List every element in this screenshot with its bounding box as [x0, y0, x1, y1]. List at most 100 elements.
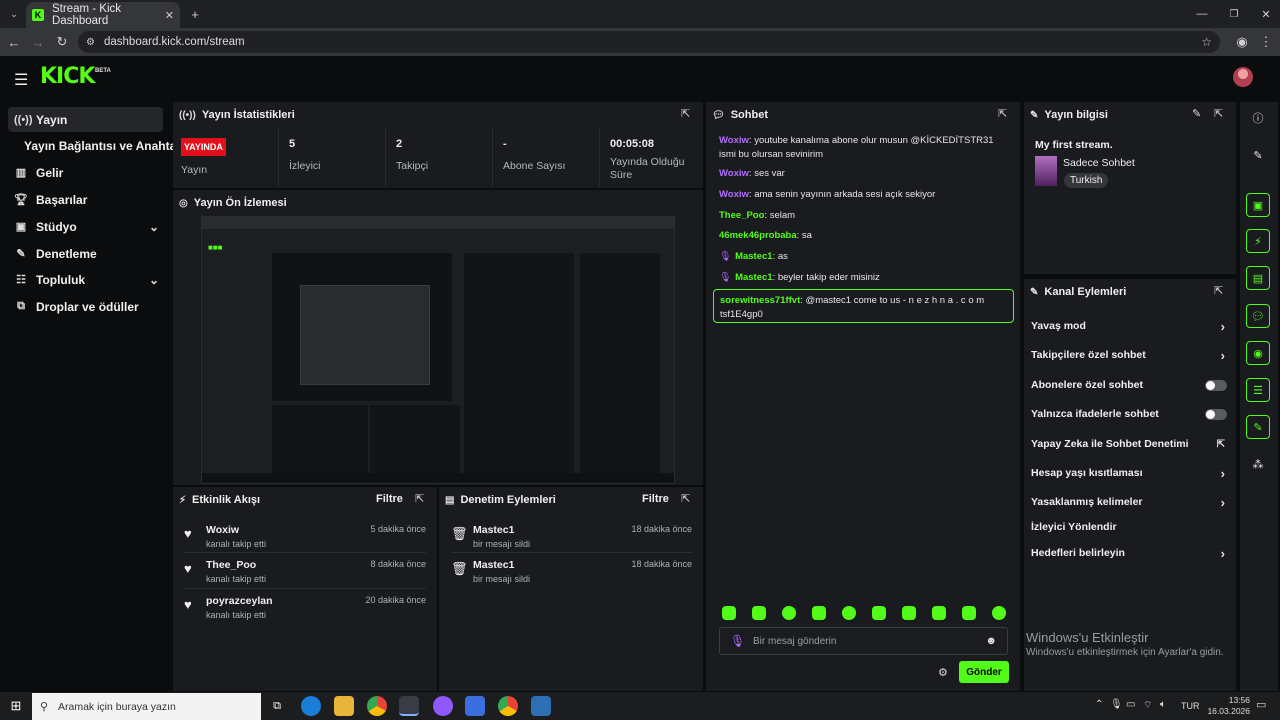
app-icon[interactable] — [531, 696, 551, 716]
obs-icon[interactable] — [399, 696, 419, 716]
edit-icon[interactable]: ✎ — [1192, 108, 1204, 120]
stream-preview-video[interactable]: ■■■ — [201, 216, 675, 484]
hamburger-menu-icon[interactable]: ☰ — [14, 70, 28, 90]
send-button[interactable]: Gönder — [959, 661, 1009, 683]
moderation-user[interactable]: Mastec1 — [473, 524, 514, 536]
sidebar-item-stream-key[interactable]: Yayın Bağlantısı ve Anahtarı — [18, 133, 184, 158]
mic-icon[interactable]: 🎙︎ — [730, 634, 745, 648]
chat-username[interactable]: Woxiw — [719, 189, 749, 200]
emote-icon[interactable] — [722, 606, 736, 620]
chat-username[interactable]: Thee_Poo — [719, 210, 764, 221]
chat-bubble-icon[interactable]: 💬︎ — [1246, 304, 1270, 328]
sidebar-item-gelir[interactable]: ▥ Gelir — [8, 160, 163, 185]
raid-item[interactable]: İzleyici Yönlendir — [1031, 518, 1227, 536]
activity-user[interactable]: Woxiw — [206, 524, 239, 536]
file-explorer-icon[interactable] — [334, 696, 354, 716]
sidebar-item-studyo[interactable]: ▣ Stüdyo ⌄ — [8, 214, 163, 239]
notifications-icon[interactable]: ▭ — [1256, 698, 1266, 711]
edit-icon[interactable]: ✎ — [1246, 143, 1270, 167]
popout-icon[interactable]: ⇱ — [681, 108, 693, 120]
sidebar-item-denetleme[interactable]: ✎ Denetleme — [8, 241, 163, 266]
emote-icon[interactable] — [752, 606, 766, 620]
sidebar-item-droplar[interactable]: ⧉ Droplar ve ödüller — [8, 294, 163, 319]
forward-icon[interactable]: → — [28, 28, 48, 56]
minimize-icon[interactable]: — — [1192, 0, 1212, 28]
new-tab-icon[interactable]: + — [185, 0, 205, 28]
wifi-icon[interactable]: ⌔ — [1143, 699, 1152, 712]
activity-user[interactable]: poyrazceylan — [206, 595, 273, 607]
chat-username[interactable]: 46mek46probaba — [719, 230, 797, 241]
app-icon[interactable] — [465, 696, 485, 716]
chat-username[interactable]: Mastec1 — [735, 251, 773, 262]
emote-icon[interactable] — [812, 606, 826, 620]
emote-icon[interactable] — [902, 606, 916, 620]
sidebar-item-yayin[interactable]: ((•)) Yayın — [8, 107, 163, 132]
sidebar-item-topluluk[interactable]: ☷ Topluluk ⌄ — [8, 267, 163, 292]
category-name[interactable]: Sadece Sohbet — [1063, 157, 1135, 169]
network-icon[interactable]: ▭ — [1126, 699, 1135, 710]
info-icon[interactable]: ⓘ — [1246, 106, 1270, 130]
emote-icon[interactable] — [932, 606, 946, 620]
emote-icon[interactable] — [872, 606, 886, 620]
emote-icon[interactable] — [962, 606, 976, 620]
chat-input[interactable]: 🎙︎ Bir mesaj gönderin ☻ — [719, 627, 1008, 655]
profile-icon[interactable]: ◉ — [1232, 28, 1252, 56]
taskbar-search-input[interactable]: ⚲ Aramak için buraya yazın — [32, 693, 261, 720]
emoji-icon[interactable]: ☻ — [985, 635, 997, 647]
add-widget-icon[interactable]: ⁂ — [1246, 452, 1270, 476]
task-view-icon[interactable]: ⧉ — [267, 696, 287, 716]
moderation-filter-button[interactable]: Filtre — [642, 493, 669, 505]
account-age-item[interactable]: Hesap yaşı kısıtlaması › — [1031, 464, 1227, 482]
emote-icon[interactable] — [782, 606, 796, 620]
activity-filter-button[interactable]: Filtre — [376, 493, 403, 505]
popout-icon[interactable]: ⇱ — [415, 493, 427, 505]
browser-menu-icon[interactable]: ⋮ — [1256, 28, 1276, 56]
highlighted-chat-message[interactable]: sorewitness71ffvt: @mastec1 come to us -… — [713, 289, 1014, 323]
kick-logo[interactable]: KICK — [40, 64, 95, 89]
chat-username[interactable]: Mastec1 — [735, 272, 773, 283]
followers-only-item[interactable]: Takipçilere özel sohbet › — [1031, 346, 1227, 364]
tab-close-icon[interactable]: ✕ — [165, 9, 174, 22]
document-icon[interactable]: ▤ — [1246, 266, 1270, 290]
address-input[interactable]: ⚙ dashboard.kick.com/stream ☆ — [78, 31, 1220, 53]
site-info-icon[interactable]: ⚙ — [86, 37, 95, 48]
mic-icon[interactable]: 🎙︎ — [1110, 699, 1123, 710]
volume-icon[interactable]: 🔈︎ — [1160, 699, 1166, 710]
stream-info-icon[interactable]: ☰ — [1246, 378, 1270, 402]
chrome-icon[interactable] — [498, 696, 518, 716]
activity-user[interactable]: Thee_Poo — [206, 559, 256, 571]
popout-icon[interactable]: ⇱ — [1214, 285, 1226, 297]
bolt-icon[interactable]: ⚡︎ — [1246, 229, 1270, 253]
banned-words-item[interactable]: Yasaklanmış kelimeler › — [1031, 493, 1227, 511]
reload-icon[interactable]: ↻ — [52, 28, 72, 56]
bookmark-star-icon[interactable]: ☆ — [1201, 35, 1212, 49]
windows-start-icon[interactable]: ⊞ — [6, 696, 26, 716]
maximize-icon[interactable]: ❐ — [1224, 0, 1244, 28]
emotes-only-toggle[interactable] — [1205, 408, 1227, 420]
capture-icon[interactable]: ▣ — [1246, 193, 1270, 217]
chat-username[interactable]: sorewitness71ffvt — [720, 295, 800, 306]
broadcast-icon[interactable]: ◉ — [1246, 341, 1270, 365]
chrome-icon[interactable] — [367, 696, 387, 716]
edge-icon[interactable] — [301, 696, 321, 716]
avatar[interactable] — [1233, 67, 1253, 87]
back-icon[interactable]: ← — [4, 28, 24, 56]
wrench-icon[interactable]: ✎ — [1246, 415, 1270, 439]
chat-settings-icon[interactable]: ⚙ — [938, 666, 948, 679]
browser-tab[interactable]: K Stream - Kick Dashboard ✕ — [26, 2, 180, 28]
tab-search-icon[interactable]: ⌄ — [4, 0, 24, 28]
tray-chevron-icon[interactable]: ⌃ — [1095, 699, 1103, 710]
slow-mode-item[interactable]: Yavaş mod › — [1031, 317, 1227, 335]
emote-icon[interactable] — [842, 606, 856, 620]
window-close-icon[interactable]: ✕ — [1256, 0, 1276, 28]
subscribers-only-toggle[interactable] — [1205, 379, 1227, 391]
chat-username[interactable]: Woxiw — [719, 168, 749, 179]
emote-icon[interactable] — [992, 606, 1006, 620]
language-indicator[interactable]: TUR — [1181, 701, 1200, 711]
clock[interactable]: 13:56 16.03.2026 — [1202, 695, 1250, 717]
popout-icon[interactable]: ⇱ — [1214, 108, 1226, 120]
moderation-user[interactable]: Mastec1 — [473, 559, 514, 571]
popout-icon[interactable]: ⇱ — [998, 108, 1010, 120]
chat-username[interactable]: Woxiw — [719, 135, 749, 146]
ai-moderation-item[interactable]: Yapay Zeka ile Sohbet Denetimi ⇱ — [1031, 435, 1227, 453]
